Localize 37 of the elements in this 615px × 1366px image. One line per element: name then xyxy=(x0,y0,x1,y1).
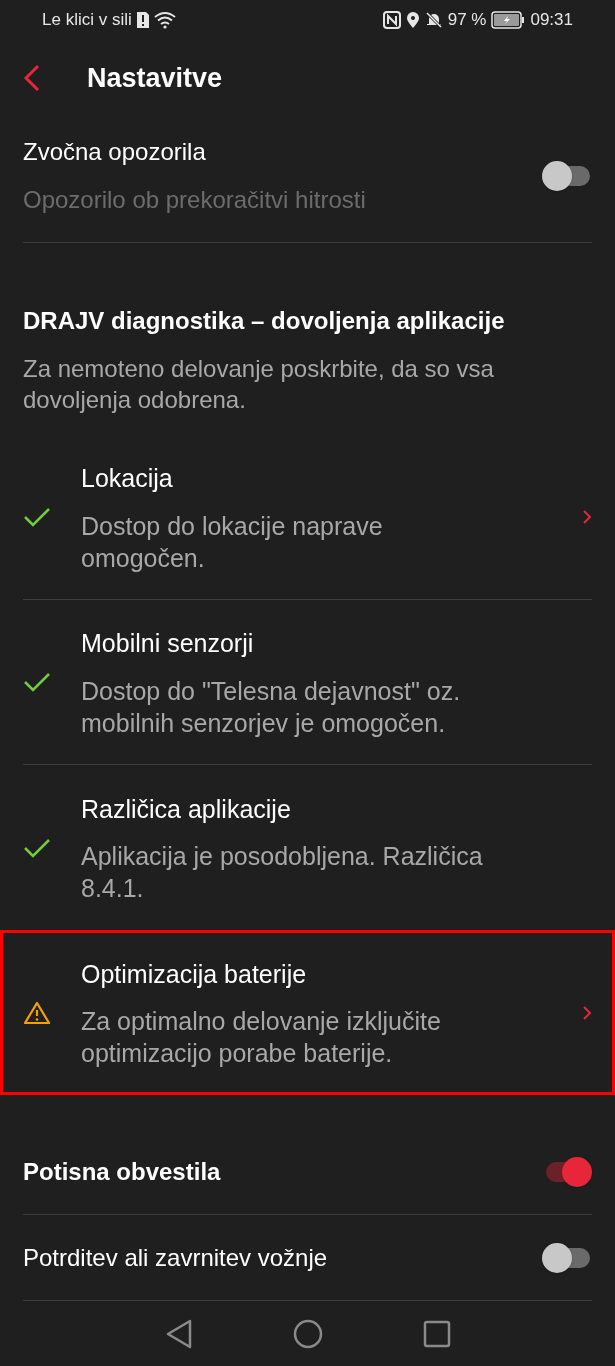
permission-item[interactable]: Različica aplikacije Aplikacija je posodobljena. Različica 8.4.1. xyxy=(23,765,592,930)
nfc-icon xyxy=(382,11,401,29)
setting-label: Potisna obvestila xyxy=(23,1156,221,1187)
clock-text: 09:31 xyxy=(530,9,573,32)
toggle-switch[interactable] xyxy=(542,161,592,191)
home-nav-icon[interactable] xyxy=(292,1318,323,1349)
checkmark-icon xyxy=(23,671,51,693)
location-pin-icon xyxy=(405,11,420,29)
permission-item[interactable]: Mobilni senzorji Dostop do "Telesna dejavnost" oz. mobilnih senzorjev je omogočen. xyxy=(23,600,592,765)
permission-item[interactable]: Optimizacija baterije Za optimalno delovanje izključite optimizacijo porabe baterije. xyxy=(0,930,615,1095)
warning-icon xyxy=(23,1000,51,1025)
carrier-text: Le klici v sili xyxy=(42,9,132,32)
permission-title: Različica aplikacije xyxy=(81,793,292,825)
permission-item[interactable]: Lokacija Dostop do lokacije naprave omogočen. xyxy=(23,435,592,600)
back-nav-icon[interactable] xyxy=(164,1318,193,1349)
checkmark-icon xyxy=(23,506,51,528)
wifi-icon xyxy=(153,11,176,29)
recents-nav-icon[interactable] xyxy=(422,1319,451,1348)
permission-description: Dostop do "Telesna dejavnost" oz. mobilnih senzorjev je omogočen. xyxy=(81,675,462,739)
setting-label: Zvočna opozorila xyxy=(23,137,207,167)
toggle-switch[interactable] xyxy=(542,1242,592,1273)
setting-label: Potrditev ali zavrnitev vožnje xyxy=(23,1242,328,1273)
permission-title: Optimizacija baterije xyxy=(81,958,308,990)
permission-description: Dostop do lokacije naprave omogočen. xyxy=(81,510,384,574)
section-heading: DRAJV diagnostika – dovoljenja aplikacije xyxy=(23,306,506,336)
bell-muted-icon xyxy=(424,11,443,29)
section-description: Za nemoteno delovanje poskrbite, da so vsa dovoljenja odobrena. xyxy=(23,354,495,415)
permission-description: Za optimalno delovanje izključite optimizacijo porabe baterije. xyxy=(81,1006,442,1070)
permission-title: Lokacija xyxy=(81,463,174,495)
permission-description: Aplikacija je posodobljena. Različica 8.4.1. xyxy=(81,841,484,905)
checkmark-icon xyxy=(23,836,51,859)
page-title: Nastavitve xyxy=(87,61,223,95)
sim-alert-icon xyxy=(135,11,150,29)
permission-title: Mobilni senzorji xyxy=(81,628,255,660)
battery-percent-text: 97 % xyxy=(447,9,487,32)
battery-charging-icon xyxy=(491,11,526,29)
setting-description: Opozorilo ob prekoračitvi hitrosti xyxy=(23,185,366,215)
